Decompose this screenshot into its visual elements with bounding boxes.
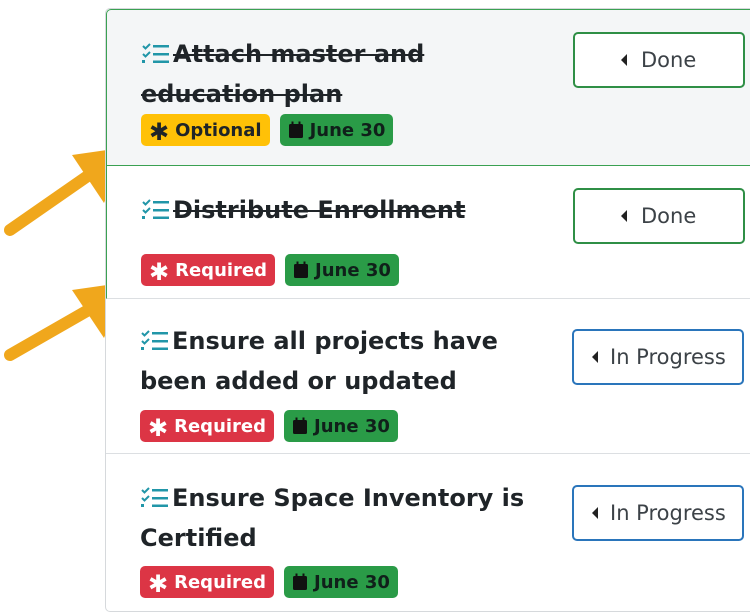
calendar-icon: [293, 573, 308, 590]
asterisk-icon: ✱: [149, 118, 170, 146]
calendar-icon: [288, 121, 303, 138]
task-list-icon: [141, 487, 168, 507]
due-date-badge: June 30: [279, 114, 394, 146]
task-item-ensure-space-inventory: Ensure Space Inventory is Certified ✱ Re…: [106, 454, 750, 611]
task-item-ensure-projects: Ensure all projects have been added or u…: [106, 299, 750, 454]
task-title[interactable]: Distribute Enrollment: [141, 190, 551, 230]
task-title[interactable]: Attach master and education plan: [141, 34, 551, 114]
priority-badge: ✱ Optional: [141, 114, 270, 146]
priority-badge: ✱ Required: [140, 566, 275, 598]
status-button-done[interactable]: Done: [573, 32, 745, 88]
due-date-badge: June 30: [284, 410, 398, 442]
task-title[interactable]: Ensure all projects have been added or u…: [140, 321, 550, 401]
asterisk-icon: ✱: [148, 570, 169, 598]
status-button-in-progress[interactable]: In Progress: [572, 329, 744, 385]
calendar-icon: [293, 417, 308, 434]
task-item-attach-plan: Attach master and education plan ✱ Optio…: [106, 9, 750, 166]
task-item-distribute-enrollment: Distribute Enrollment ✱ Required June 30…: [106, 166, 750, 299]
asterisk-icon: ✱: [149, 258, 170, 286]
caret-left-icon: [621, 54, 627, 66]
caret-left-icon: [592, 507, 598, 519]
task-list-icon: [142, 43, 169, 63]
task-list: Attach master and education plan ✱ Optio…: [105, 8, 750, 612]
priority-badge: ✱ Required: [141, 254, 276, 286]
caret-left-icon: [621, 210, 627, 222]
status-button-in-progress[interactable]: In Progress: [572, 485, 744, 541]
asterisk-icon: ✱: [148, 414, 169, 442]
priority-badge: ✱ Required: [140, 410, 275, 442]
task-title[interactable]: Ensure Space Inventory is Certified: [140, 478, 550, 558]
calendar-icon: [294, 261, 309, 278]
task-list-icon: [141, 330, 168, 350]
caret-left-icon: [592, 351, 598, 363]
due-date-badge: June 30: [285, 254, 399, 286]
task-list-icon: [142, 199, 169, 219]
due-date-badge: June 30: [284, 566, 398, 598]
status-button-done[interactable]: Done: [573, 188, 745, 244]
